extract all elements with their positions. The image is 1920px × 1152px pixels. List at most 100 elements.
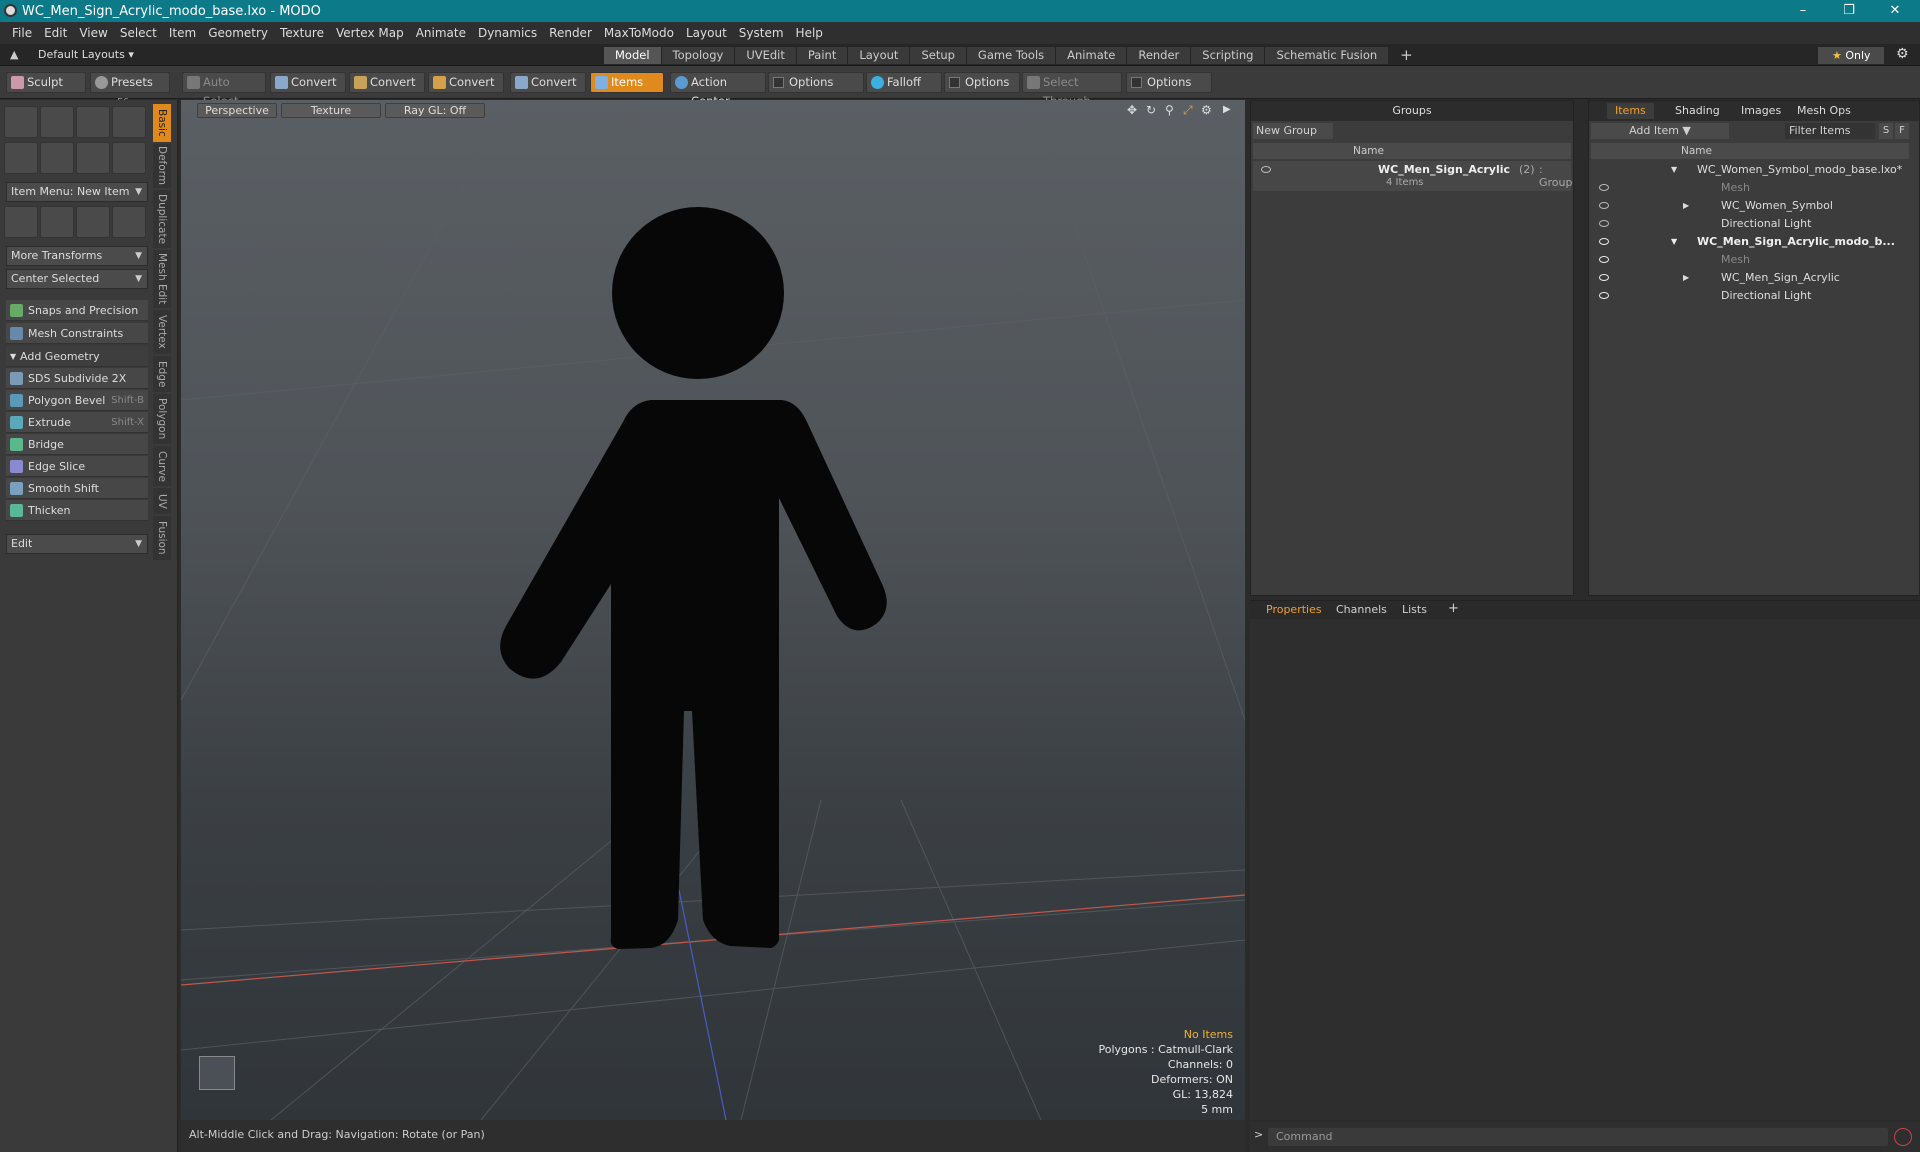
tool-thicken[interactable]: Thicken	[6, 500, 148, 521]
tab-topology[interactable]: Topology	[661, 47, 735, 64]
tab-animate[interactable]: Animate	[1056, 47, 1127, 64]
raygl-button[interactable]: Ray GL: Off	[385, 103, 485, 118]
menu-vertex-map[interactable]: Vertex Map	[336, 26, 404, 40]
tab-lists[interactable]: Lists	[1402, 603, 1427, 616]
eye-icon[interactable]	[1599, 274, 1609, 281]
eye-icon[interactable]	[1599, 238, 1609, 245]
item-menu-dropdown[interactable]: Item Menu: New Item ▼	[6, 182, 148, 202]
filter-items-input[interactable]: Filter Items	[1785, 123, 1875, 139]
vtab-mesh-edit[interactable]: Mesh Edit	[153, 250, 171, 308]
default-layouts-dropdown[interactable]: Default Layouts ▾	[38, 48, 134, 61]
grid-icon[interactable]	[40, 206, 74, 238]
item-row-mesh[interactable]: Mesh	[1591, 251, 1901, 269]
eye-icon[interactable]	[1261, 166, 1271, 173]
capsule-icon[interactable]	[40, 142, 74, 174]
auto-select-button[interactable]: Auto Select	[182, 72, 266, 108]
convert-edge-button[interactable]: Convert	[349, 72, 425, 93]
perspective-button[interactable]: Perspective	[197, 103, 277, 118]
tab-model[interactable]: Model	[604, 47, 661, 64]
zoom-icon[interactable]: ⚲	[1165, 103, 1174, 117]
tool-sds-subdivide[interactable]: SDS Subdivide 2X	[6, 368, 148, 389]
vtab-basic[interactable]: Basic	[153, 104, 171, 142]
cone-icon[interactable]	[112, 106, 146, 138]
menu-animate[interactable]: Animate	[416, 26, 466, 40]
cylinder-icon[interactable]	[76, 106, 110, 138]
item-row-women-symbol[interactable]: ▶ WC_Women_Symbol	[1591, 197, 1901, 215]
convert-item-button[interactable]: Convert	[510, 72, 586, 93]
convert-polygon-button[interactable]: Convert	[428, 72, 504, 93]
presets-button[interactable]: Presets F6	[90, 72, 170, 108]
options-checkbox[interactable]	[773, 77, 784, 88]
tool-extrude[interactable]: Extrude Shift-X	[6, 412, 148, 433]
eye-icon[interactable]	[1599, 292, 1609, 299]
pyramid-icon[interactable]	[112, 206, 146, 238]
item-row-mesh[interactable]: Mesh	[1591, 179, 1901, 197]
group-row[interactable]: WC_Men_Sign_Acrylic (2) : Group 4 Items	[1253, 161, 1573, 191]
convert-vertex-button[interactable]: Convert	[270, 72, 346, 93]
filter-s-button[interactable]: S	[1879, 123, 1893, 139]
snaps-precision-button[interactable]: Snaps and Precision	[6, 300, 148, 321]
vtab-fusion[interactable]: Fusion	[153, 516, 171, 560]
vtab-duplicate[interactable]: Duplicate	[153, 190, 171, 248]
transform-icon[interactable]	[4, 206, 38, 238]
tab-setup[interactable]: Setup	[910, 47, 966, 64]
options-button-1[interactable]: Options	[768, 72, 864, 93]
vtab-deform[interactable]: Deform	[153, 144, 171, 188]
pen-icon[interactable]	[76, 142, 110, 174]
items-mode-button[interactable]: Items	[590, 72, 664, 93]
menu-edit[interactable]: Edit	[44, 26, 67, 40]
select-through-button[interactable]: Select Through	[1022, 72, 1122, 108]
tab-images[interactable]: Images	[1733, 103, 1789, 119]
tab-shading[interactable]: Shading	[1667, 103, 1728, 119]
item-row-men-sign[interactable]: ▶ WC_Men_Sign_Acrylic	[1591, 269, 1901, 287]
men-sign-figure[interactable]	[500, 207, 887, 949]
action-center-button[interactable]: Action Center	[670, 72, 766, 108]
item-row-light[interactable]: Directional Light	[1591, 215, 1901, 233]
tab-layout[interactable]: Layout	[848, 47, 910, 64]
add-tab-icon[interactable]: +	[1448, 601, 1459, 616]
menu-texture[interactable]: Texture	[280, 26, 324, 40]
options-checkbox[interactable]	[1131, 77, 1142, 88]
globe-icon[interactable]	[76, 206, 110, 238]
menu-select[interactable]: Select	[120, 26, 157, 40]
menu-dynamics[interactable]: Dynamics	[478, 26, 537, 40]
center-selected-dropdown[interactable]: Center Selected ▼	[6, 269, 148, 289]
menu-system[interactable]: System	[739, 26, 784, 40]
mesh-constraints-button[interactable]: Mesh Constraints	[6, 323, 148, 344]
falloff-button[interactable]: Falloff	[866, 72, 942, 93]
tab-uvedit[interactable]: UVEdit	[735, 47, 796, 64]
menu-layout[interactable]: Layout	[686, 26, 727, 40]
menu-geometry[interactable]: Geometry	[208, 26, 268, 40]
play-icon[interactable]: ▶	[1223, 104, 1231, 115]
add-geometry-header[interactable]: ▼ Add Geometry	[6, 346, 148, 367]
options-button-3[interactable]: Options	[1126, 72, 1212, 93]
text-tool-icon[interactable]	[112, 142, 146, 174]
eye-icon[interactable]	[1599, 256, 1609, 263]
item-row-women-scene[interactable]: ▼ WC_Women_Symbol_modo_base.lxo*	[1591, 161, 1902, 179]
item-row-men-scene[interactable]: ▼ WC_Men_Sign_Acrylic_modo_b...	[1591, 233, 1901, 251]
sculpt-button[interactable]: Sculpt	[6, 72, 86, 93]
tab-channels[interactable]: Channels	[1336, 603, 1387, 616]
tool-bridge[interactable]: Bridge	[6, 434, 148, 455]
add-tab-icon[interactable]: +	[1389, 47, 1424, 64]
close-button[interactable]: ✕	[1872, 0, 1918, 22]
menu-help[interactable]: Help	[796, 26, 823, 40]
menu-view[interactable]: View	[79, 26, 107, 40]
gear-icon[interactable]: ⚙	[1201, 103, 1212, 117]
options-checkbox[interactable]	[949, 77, 960, 88]
layout-expand-icon[interactable]: ▲	[10, 48, 18, 61]
rotate-icon[interactable]: ↻	[1146, 103, 1156, 117]
eye-icon[interactable]	[1599, 184, 1609, 191]
new-group-button[interactable]: New Group	[1253, 123, 1333, 139]
add-item-button[interactable]: Add Item ▼	[1591, 123, 1729, 139]
gear-icon[interactable]: ⚙	[1896, 46, 1909, 62]
torus-icon[interactable]	[4, 142, 38, 174]
only-toggle[interactable]: ★ Only	[1818, 47, 1884, 64]
vtab-curve[interactable]: Curve	[153, 446, 171, 486]
vtab-vertex[interactable]: Vertex	[153, 310, 171, 354]
tab-game-tools[interactable]: Game Tools	[966, 47, 1056, 64]
vtab-edge[interactable]: Edge	[153, 356, 171, 392]
pan-icon[interactable]: ✥	[1127, 103, 1137, 117]
more-transforms-dropdown[interactable]: More Transforms ▼	[6, 246, 148, 266]
tool-smooth-shift[interactable]: Smooth Shift	[6, 478, 148, 499]
